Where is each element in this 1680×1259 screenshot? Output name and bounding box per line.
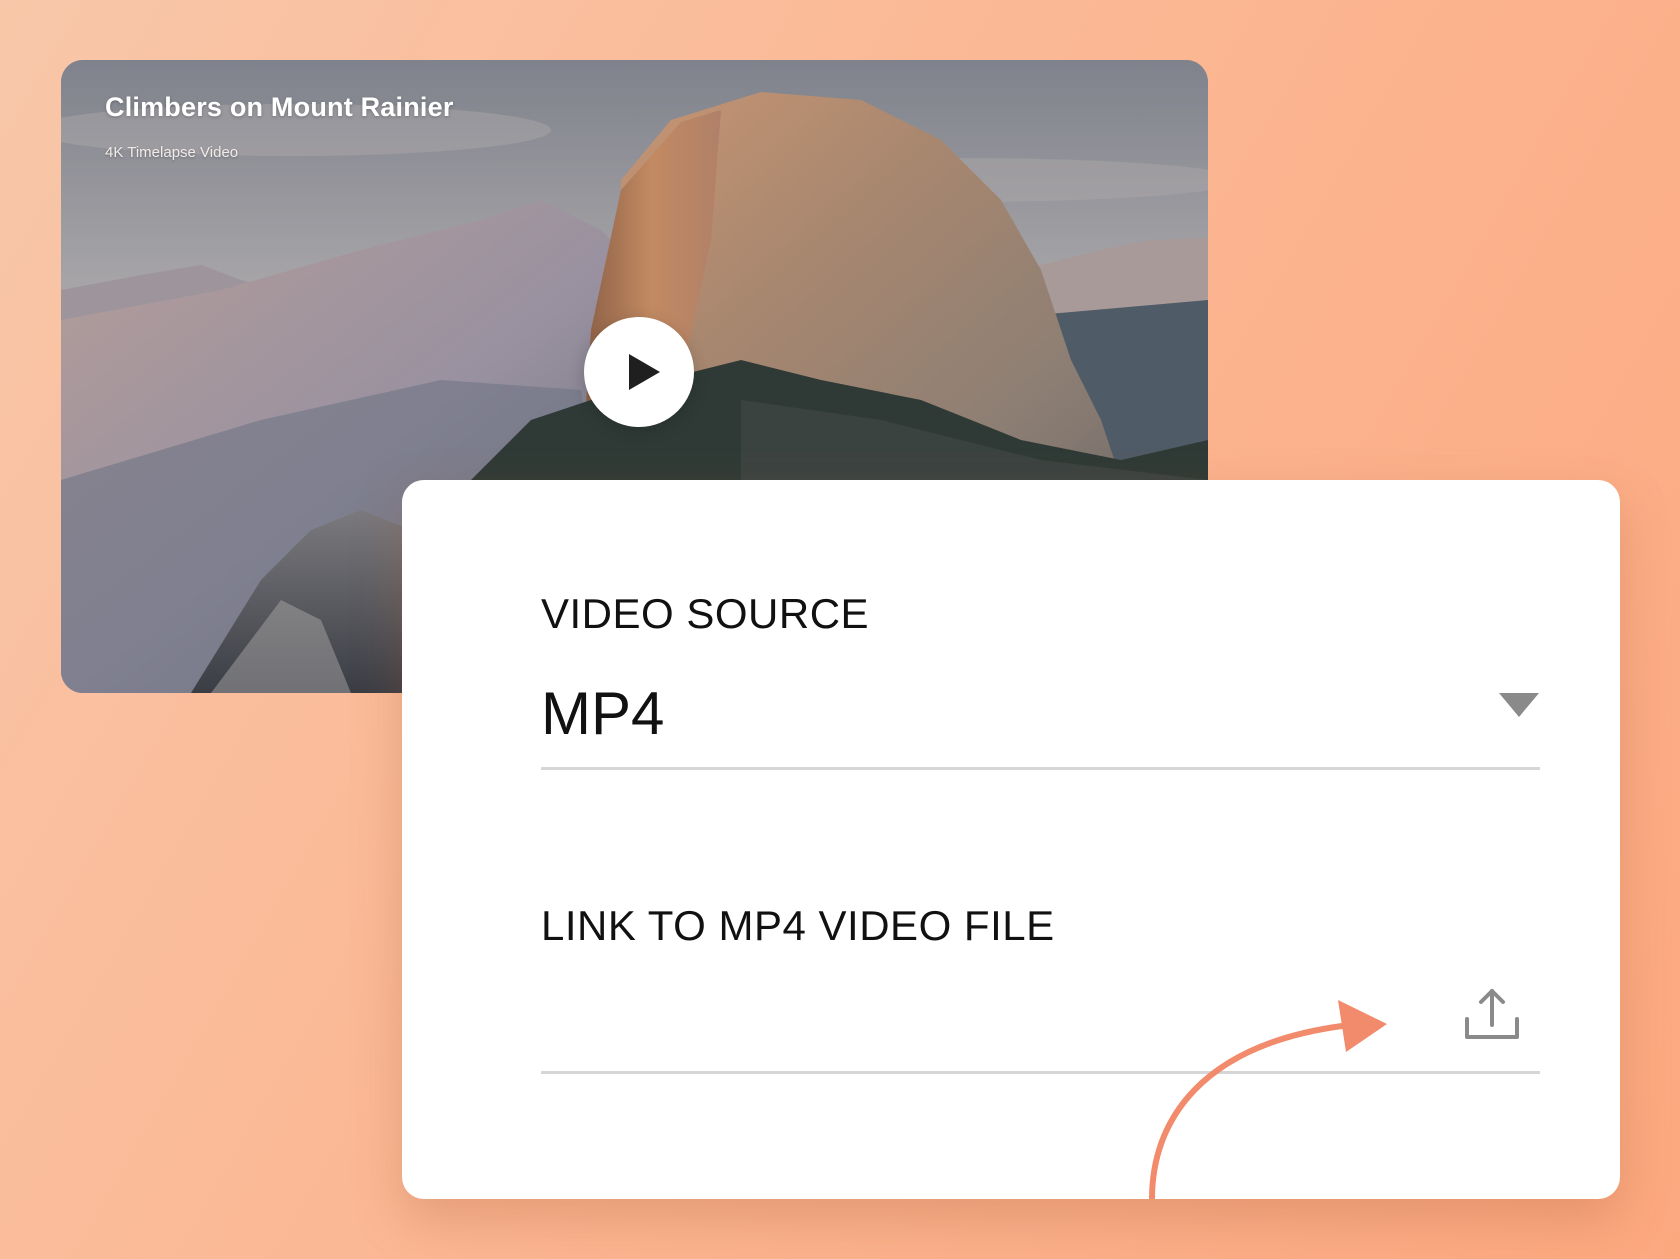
video-link-input[interactable]	[541, 999, 1421, 1059]
play-button[interactable]	[584, 317, 694, 427]
video-source-value: MP4	[541, 680, 665, 747]
video-settings-panel: VIDEO SOURCE MP4 LINK TO MP4 VIDEO FILE	[402, 480, 1620, 1199]
video-link-field	[541, 985, 1540, 1074]
video-source-select[interactable]: MP4	[541, 675, 1540, 770]
play-icon	[629, 354, 660, 390]
video-title: Climbers on Mount Rainier	[105, 92, 454, 122]
video-link-label: LINK TO MP4 VIDEO FILE	[541, 902, 1055, 949]
upload-icon[interactable]	[1462, 985, 1522, 1045]
video-subtitle: 4K Timelapse Video	[105, 144, 239, 161]
triangle-down-icon[interactable]	[1498, 691, 1540, 719]
video-source-label: VIDEO SOURCE	[541, 590, 870, 637]
